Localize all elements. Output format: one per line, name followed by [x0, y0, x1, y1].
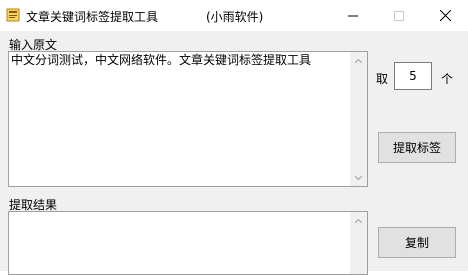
- minimize-button[interactable]: [330, 0, 376, 31]
- copy-button[interactable]: 复制: [378, 227, 456, 258]
- result-scrollbar[interactable]: [350, 212, 367, 274]
- scroll-up-button[interactable]: [350, 52, 367, 69]
- count-suffix-label: 个: [441, 72, 454, 86]
- result-scroll-up-button[interactable]: [350, 212, 367, 229]
- title-bar: 文章关键词标签提取工具 (小雨软件): [0, 0, 468, 31]
- input-textarea[interactable]: 中文分词测试，中文网络软件。文章关键词标签提取工具: [8, 51, 368, 187]
- chevron-up-icon: [355, 58, 362, 63]
- chevron-down-icon: [355, 175, 362, 180]
- close-button[interactable]: [422, 0, 468, 31]
- chevron-up-icon: [355, 218, 362, 223]
- scroll-down-button[interactable]: [350, 169, 367, 186]
- window-subtitle: (小雨软件): [206, 10, 264, 24]
- extract-tags-button[interactable]: 提取标签: [378, 132, 456, 163]
- input-scrollbar[interactable]: [350, 52, 367, 186]
- count-prefix-label: 取: [376, 72, 389, 86]
- result-textarea[interactable]: [8, 211, 368, 275]
- maximize-icon: [394, 10, 404, 21]
- input-text: 中文分词测试，中文网络软件。文章关键词标签提取工具: [11, 53, 312, 67]
- window-title: 文章关键词标签提取工具: [26, 10, 159, 24]
- close-icon: [439, 10, 451, 21]
- minimize-icon: [348, 15, 358, 16]
- maximize-button[interactable]: [376, 0, 422, 31]
- notepad-icon: [6, 8, 20, 22]
- count-input[interactable]: 5: [394, 62, 432, 90]
